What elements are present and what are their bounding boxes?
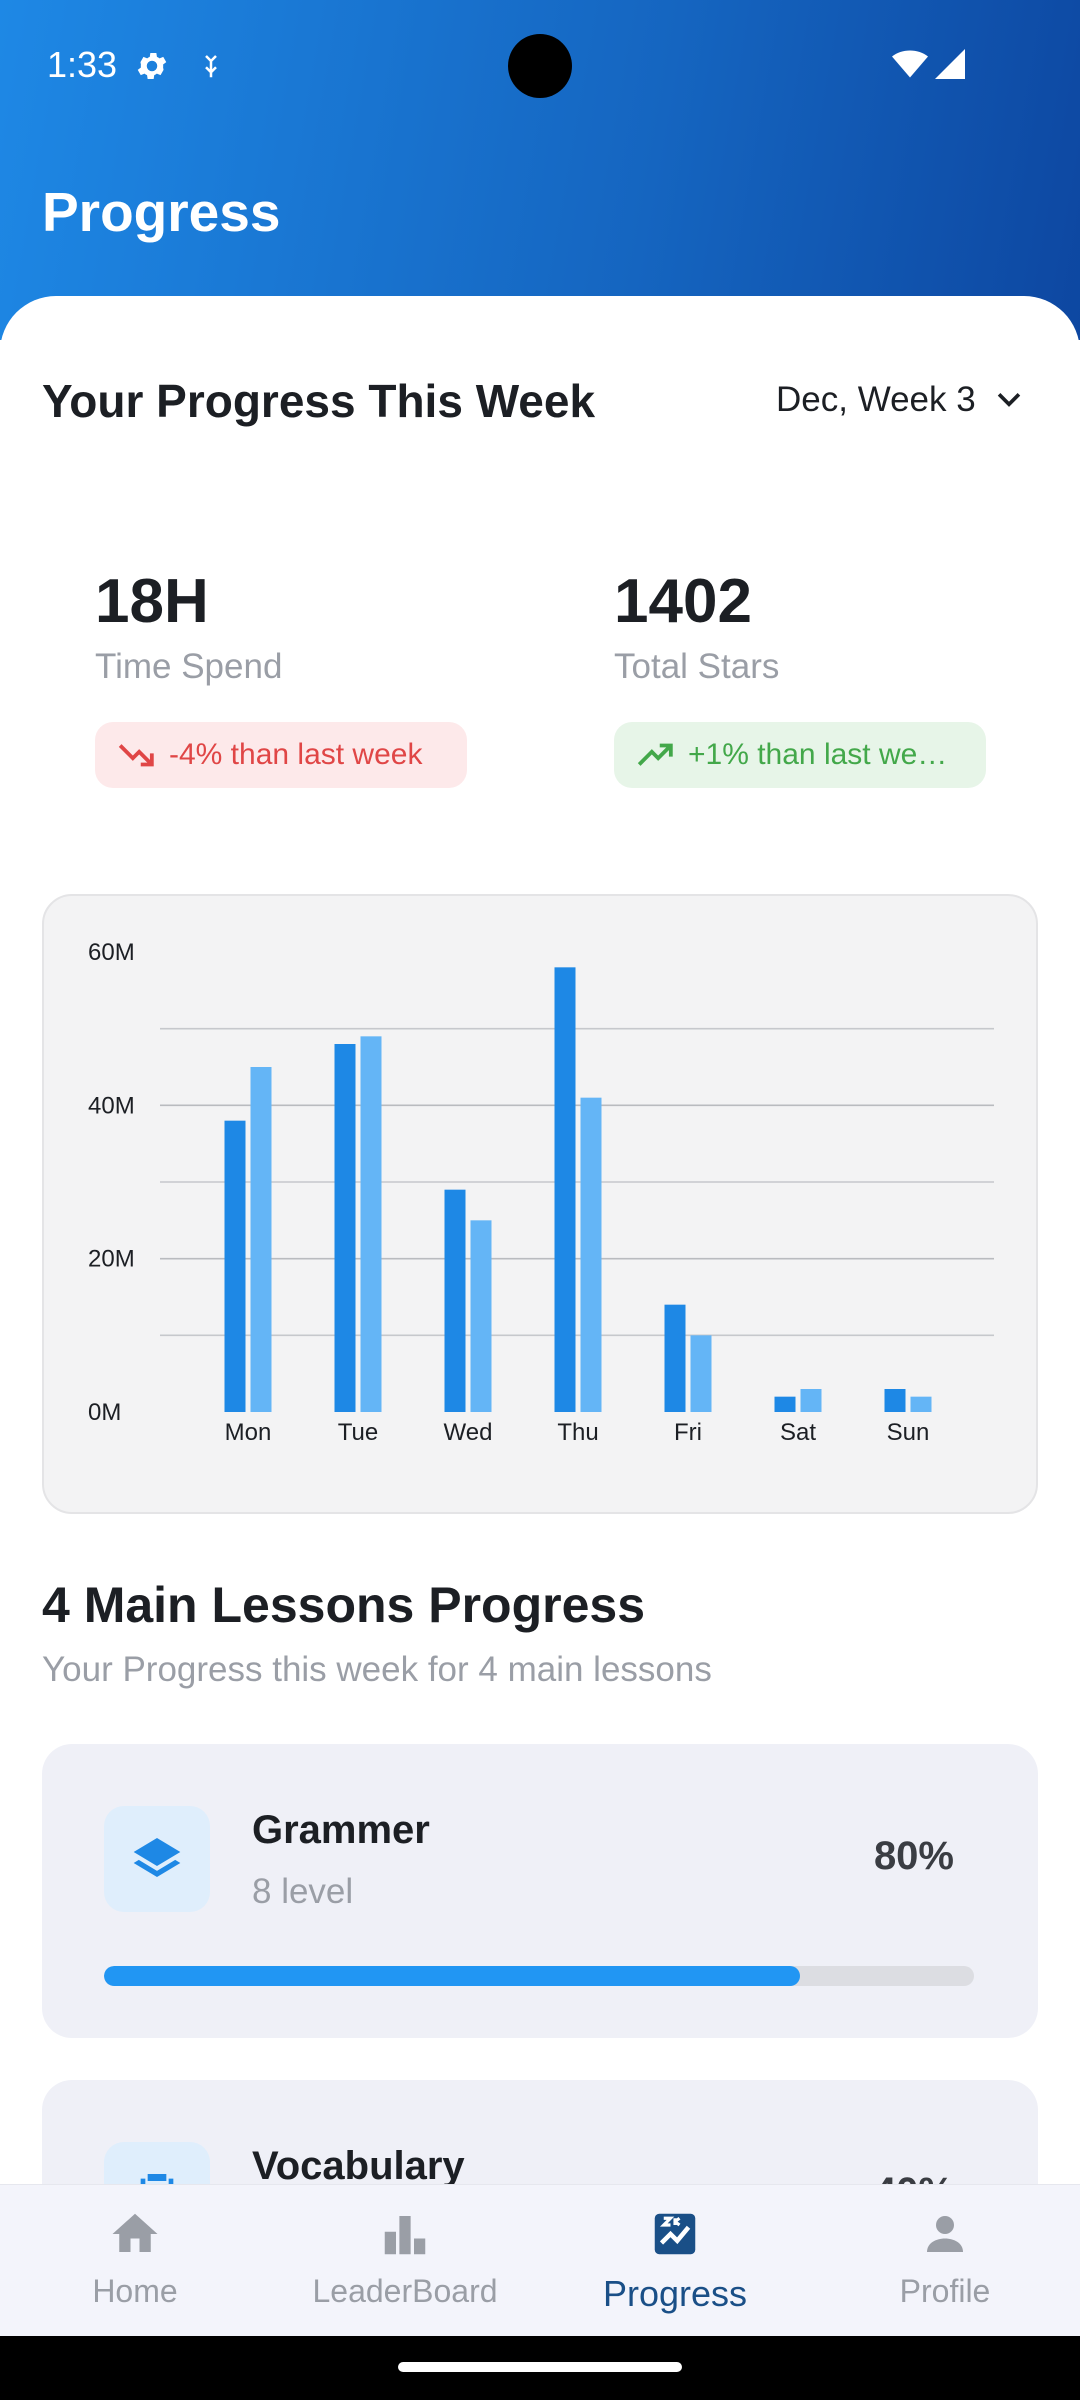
gesture-handle[interactable] <box>398 2362 682 2372</box>
y-tick-label: 0M <box>88 1399 121 1426</box>
chart-bar <box>910 1396 932 1412</box>
chart-bar <box>444 1189 466 1412</box>
week-selector[interactable]: Dec, Week 3 <box>776 380 1026 420</box>
camera-cutout <box>508 34 572 98</box>
nav-label: Profile <box>899 2273 991 2309</box>
nav-item-leaderboard[interactable]: LeaderBoard <box>270 2185 540 2336</box>
time-spend-stat: 18H Time Spend <box>95 566 282 687</box>
time-spend-value: 18H <box>95 567 209 636</box>
x-tick-label: Wed <box>444 1419 493 1446</box>
nav-label: LeaderBoard <box>312 2273 498 2309</box>
chart-bar <box>664 1304 686 1412</box>
chart-bar <box>580 1097 602 1412</box>
chart-bar <box>470 1220 492 1412</box>
lessons-section-subtitle: Your Progress this week for 4 main lesso… <box>42 1650 712 1689</box>
layers-icon <box>133 1838 181 1877</box>
nav-item-profile[interactable]: Profile <box>810 2185 1080 2336</box>
x-tick-label: Fri <box>674 1419 702 1446</box>
weekly-bar-chart: 0M 20M 40M 60M Mon Tue Wed Thu Fri Sat Sun <box>42 894 1038 1514</box>
page-title: Progress <box>42 181 281 243</box>
status-time: 1:33 <box>47 44 118 85</box>
total-stars-stat: 1402 Total Stars <box>614 566 779 687</box>
lesson-progress-bar <box>104 1966 974 1986</box>
chevron-down-icon <box>997 393 1020 407</box>
leaderboard-icon <box>384 2216 426 2255</box>
x-tick-label: Thu <box>557 1419 598 1446</box>
total-stars-value: 1402 <box>614 567 752 636</box>
nav-label: Home <box>92 2273 178 2309</box>
nav-item-home[interactable]: Home <box>0 2185 270 2336</box>
lesson-card-grammer[interactable]: Grammer 8 level 80% <box>42 1744 1038 2038</box>
lesson-icon-box <box>104 1806 210 1912</box>
trending-down-icon <box>118 744 154 767</box>
chart-bar <box>774 1396 796 1412</box>
y-tick-label: 20M <box>88 1246 135 1273</box>
time-spend-change-badge: -4% than last week <box>95 722 467 788</box>
time-spend-label: Time Spend <box>95 647 283 686</box>
chart-bar <box>250 1067 272 1412</box>
bottom-navigation: Home LeaderBoard Progress Profile <box>0 2184 1080 2336</box>
nav-item-progress[interactable]: Progress <box>540 2185 810 2336</box>
week-selector-value: Dec, Week 3 <box>776 380 976 419</box>
home-icon <box>112 2213 158 2252</box>
chart-bar <box>334 1044 356 1412</box>
chart-bar <box>884 1389 906 1412</box>
profile-icon <box>927 2216 963 2252</box>
total-stars-change: +1% than last we… <box>688 738 948 771</box>
cell-signal-icon <box>935 49 965 79</box>
settings-gear-icon <box>137 52 167 80</box>
time-spend-change: -4% than last week <box>169 738 423 771</box>
x-tick-label: Sat <box>780 1419 816 1446</box>
bar-chart-svg: 0M 20M 40M 60M Mon Tue Wed Thu Fri Sat Sun <box>88 939 994 1446</box>
lesson-name: Vocabulary <box>252 2144 465 2188</box>
total-stars-label: Total Stars <box>614 647 780 686</box>
chart-bar <box>800 1389 822 1412</box>
lesson-name: Grammer <box>252 1808 430 1852</box>
chart-bar <box>690 1335 712 1412</box>
y-tick-label: 40M <box>88 1092 135 1119</box>
chart-bar <box>554 967 576 1412</box>
y-tick-label: 60M <box>88 939 135 966</box>
usb-debug-icon <box>205 55 217 78</box>
nav-label: Progress <box>602 2273 748 2314</box>
x-tick-label: Sun <box>887 1419 930 1446</box>
status-bar: 1:33 <box>0 0 1080 130</box>
chart-bar <box>360 1036 382 1412</box>
lesson-percent: 80% <box>873 1834 954 1878</box>
total-stars-change-badge: +1% than last we… <box>614 722 986 788</box>
wifi-icon <box>892 50 928 78</box>
x-tick-label: Mon <box>225 1419 272 1446</box>
chart-bar <box>224 1120 246 1412</box>
lesson-level: 8 level <box>252 1872 354 1911</box>
lessons-section-title: 4 Main Lessons Progress <box>42 1577 646 1633</box>
lesson-progress-fill <box>104 1966 800 1986</box>
progress-icon <box>654 2213 696 2255</box>
x-tick-label: Tue <box>338 1419 378 1446</box>
trending-up-icon <box>637 743 673 766</box>
week-progress-title: Your Progress This Week <box>42 375 596 427</box>
